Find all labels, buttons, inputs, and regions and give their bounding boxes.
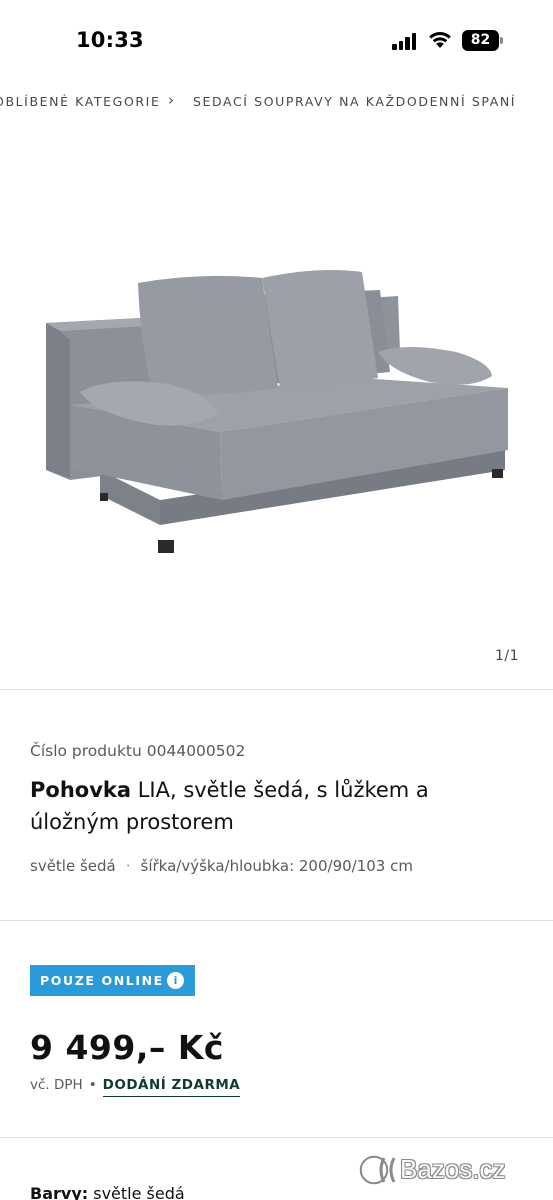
watermark-text: Bazos.cz <box>400 1154 506 1184</box>
price-note: vč. DPH • DODÁNÍ ZDARMA <box>30 1077 241 1097</box>
battery-level: 82 <box>462 30 499 51</box>
colors-value: světle šedá <box>88 1184 185 1200</box>
product-color-meta: světle šedá <box>30 857 116 875</box>
breadcrumb-item-sofa-beds[interactable]: SEDACÍ SOUPRAVY NA KAŽDODENNÍ SPANÍ <box>193 94 516 109</box>
battery-cap <box>500 37 503 44</box>
chevron-right-icon: › <box>168 91 176 109</box>
divider <box>0 689 553 690</box>
product-dimensions: šířka/výška/hloubka: 200/90/103 cm <box>140 857 413 875</box>
vat-note: vč. DPH <box>30 1077 83 1093</box>
colors-label: Barvy: <box>30 1184 89 1200</box>
product-meta: světle šedá · šířka/výška/hloubka: 200/90/… <box>30 857 413 875</box>
price: 9 499,– Kč <box>30 1028 224 1067</box>
battery-icon: 82 <box>462 30 504 51</box>
watermark: Bazos.cz <box>356 1150 546 1192</box>
wifi-icon <box>429 32 451 48</box>
info-icon[interactable]: i <box>167 972 184 989</box>
status-time: 10:33 <box>76 28 144 52</box>
bazos-logo-icon <box>359 1155 396 1185</box>
colors-row[interactable]: Barvy: světle šedá <box>30 1184 185 1200</box>
product-image[interactable] <box>0 120 553 680</box>
product-number: Číslo produktu 0044000502 <box>30 742 246 760</box>
price-note-separator: • <box>88 1077 97 1093</box>
meta-separator: · <box>125 857 131 875</box>
divider <box>0 1137 553 1138</box>
breadcrumb: OBLÍBENÉ KATEGORIE › SEDACÍ SOUPRAVY NA … <box>0 90 553 114</box>
free-delivery-link[interactable]: DODÁNÍ ZDARMA <box>102 1077 241 1097</box>
divider <box>0 920 553 921</box>
online-only-label: POUZE ONLINE <box>40 973 164 988</box>
status-bar: 10:33 82 <box>0 0 553 80</box>
signal-icon <box>392 32 418 50</box>
product-title: Pohovka LIA, světle šedá, s lůžkem a úlo… <box>30 774 520 838</box>
product-name: Pohovka <box>30 778 132 802</box>
online-only-badge: POUZE ONLINE i <box>30 965 195 996</box>
image-counter: 1/1 <box>494 648 519 664</box>
breadcrumb-item-favorite-categories[interactable]: OBLÍBENÉ KATEGORIE <box>0 94 160 109</box>
